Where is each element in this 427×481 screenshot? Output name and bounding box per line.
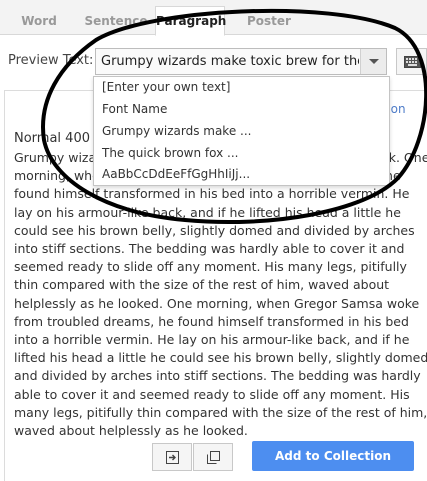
- paragraph-line: into a horrible vermin. He lay on his ar…: [14, 332, 410, 348]
- paragraph-preview-text: Grumpy wizards make toxic brew for the e…: [14, 149, 427, 440]
- paragraph-line: lay on his armour-like back, and if he l…: [14, 204, 401, 220]
- preview-text-label: Preview Text:: [8, 53, 94, 68]
- add-to-collection-button[interactable]: Add to Collection: [252, 441, 414, 471]
- apply-arrow-icon: [166, 451, 179, 464]
- chevron-down-icon[interactable]: [360, 49, 386, 74]
- tab-sentence[interactable]: Sentence: [78, 7, 154, 35]
- paragraph-line: into stiff sections. The bedding was har…: [14, 241, 405, 257]
- tab-poster[interactable]: Poster: [226, 7, 312, 35]
- paragraph-line: and divided by arches into stiff section…: [14, 368, 421, 384]
- preview-text-dropdown: [Enter your own text] Font Name Grumpy w…: [93, 76, 390, 186]
- paragraph-line: lifted his head a little he could see hi…: [14, 350, 427, 366]
- preview-text-select[interactable]: Grumpy wizards make toxic brew for the e…: [95, 48, 387, 75]
- paragraph-line: waved about helplessly as he looked.: [14, 423, 248, 439]
- paragraph-line: found himself transformed in his bed int…: [14, 186, 410, 202]
- keyboard-icon: [404, 56, 421, 68]
- tab-bar: Word Sentence Paragraph Poster: [0, 0, 427, 36]
- tab-word[interactable]: Word: [0, 7, 78, 35]
- copy-button[interactable]: [193, 443, 233, 471]
- dropdown-option-custom[interactable]: [Enter your own text]: [102, 80, 230, 94]
- paragraph-line: able to cover it and seemed ready to sli…: [14, 386, 410, 402]
- dropdown-option-alphabet[interactable]: AaBbCcDdEeFfGgHhIiJj...: [102, 167, 250, 181]
- paragraph-line: many legs, pitifully thin compared with …: [14, 404, 427, 420]
- preview-text-value: Grumpy wizards make toxic brew for the e…: [101, 54, 359, 69]
- apply-button[interactable]: [152, 443, 192, 471]
- copy-icon: [207, 451, 220, 464]
- paragraph-line: from troubled dreams, he found himself t…: [14, 313, 409, 329]
- dropdown-option-font-name[interactable]: Font Name: [102, 102, 167, 116]
- keyboard-button[interactable]: [396, 48, 427, 75]
- font-style-label: Normal 400: [14, 131, 90, 146]
- tab-paragraph[interactable]: Paragraph: [155, 6, 226, 36]
- paragraph-line: seemed ready to slide off any moment. Hi…: [14, 259, 407, 275]
- dropdown-option-quick-fox[interactable]: The quick brown fox ...: [102, 146, 238, 160]
- dropdown-option-grumpy[interactable]: Grumpy wizards make ...: [102, 124, 251, 138]
- paragraph-line: could see his brown belly, slightly dome…: [14, 222, 415, 238]
- paragraph-line: helplessly as he looked. One morning, wh…: [14, 295, 420, 311]
- paragraph-line: thin compared with the size of the rest …: [14, 277, 390, 293]
